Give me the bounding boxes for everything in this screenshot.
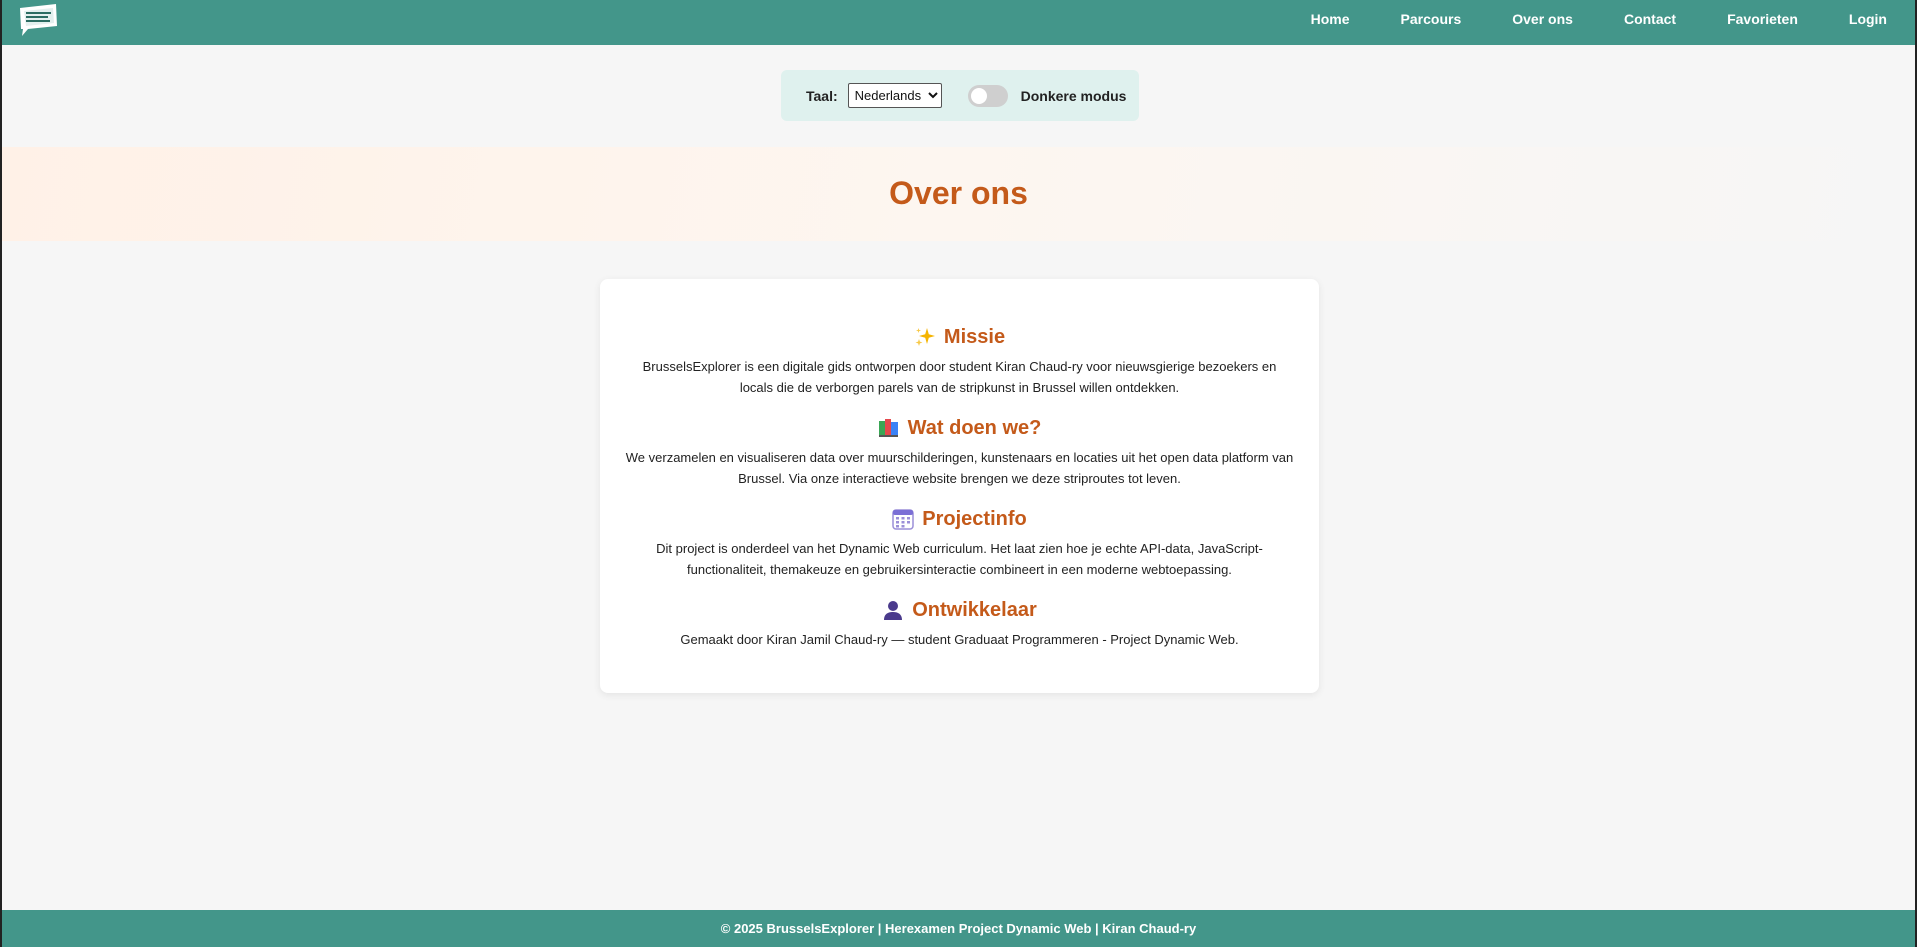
user-icon bbox=[884, 601, 903, 620]
section-heading: Ontwikkelaar bbox=[600, 598, 1319, 622]
section-ontwikkelaar: Ontwikkelaar Gemaakt door Kiran Jamil Ch… bbox=[600, 598, 1319, 651]
section-heading: Wat doen we? bbox=[600, 416, 1319, 440]
section-text: BrusselsExplorer is een digitale gids on… bbox=[642, 359, 1277, 395]
section-wat-doen-we: Wat doen we? We verzamelen en visualiser… bbox=[600, 416, 1319, 489]
nav-link-parcours[interactable]: Parcours bbox=[1401, 11, 1462, 27]
section-projectinfo: Projectinfo Dit project is onderdeel van… bbox=[600, 507, 1319, 580]
main-nav: Home Parcours Over ons Contact Favoriete… bbox=[1311, 0, 1887, 45]
section-heading-text: Wat doen we? bbox=[907, 417, 1042, 439]
about-card: Missie BrusselsExplorer is een digitale … bbox=[600, 279, 1319, 693]
nav-link-contact[interactable]: Contact bbox=[1624, 11, 1676, 27]
page-footer: © 2025 BrusselsExplorer | Herexamen Proj… bbox=[2, 910, 1915, 947]
section-text: Dit project is onderdeel van het Dynamic… bbox=[656, 541, 1263, 577]
nav-link-login[interactable]: Login bbox=[1849, 11, 1887, 27]
section-heading: Missie bbox=[600, 325, 1319, 349]
section-missie: Missie BrusselsExplorer is een digitale … bbox=[600, 325, 1319, 398]
section-text: Gemaakt door Kiran Jamil Chaud-ry — stud… bbox=[680, 632, 1239, 647]
sparkles-icon bbox=[915, 328, 935, 346]
nav-link-favorieten[interactable]: Favorieten bbox=[1727, 11, 1798, 27]
top-navbar: Home Parcours Over ons Contact Favoriete… bbox=[2, 0, 1915, 45]
nav-link-over-ons[interactable]: Over ons bbox=[1512, 11, 1573, 27]
nav-link-home[interactable]: Home bbox=[1311, 11, 1350, 27]
page-title: Over ons bbox=[889, 174, 1028, 211]
calendar-icon bbox=[892, 509, 915, 530]
settings-bar: Taal: Nederlands Donkere modus bbox=[781, 70, 1139, 121]
dark-mode-label: Donkere modus bbox=[1020, 87, 1127, 104]
books-icon bbox=[878, 419, 898, 437]
logo-icon[interactable] bbox=[16, 2, 60, 38]
footer-text: © 2025 BrusselsExplorer | Herexamen Proj… bbox=[720, 921, 1197, 936]
language-label: Taal: bbox=[806, 87, 838, 104]
dark-mode-toggle[interactable] bbox=[967, 84, 1008, 107]
section-heading-text: Missie bbox=[943, 326, 1006, 348]
section-heading-text: Projectinfo bbox=[922, 508, 1027, 530]
toggle-knob bbox=[970, 87, 987, 104]
section-heading-text: Ontwikkelaar bbox=[912, 599, 1037, 621]
language-select[interactable]: Nederlands bbox=[847, 83, 942, 108]
section-text: We verzamelen en visualiseren data over … bbox=[625, 450, 1294, 486]
hero-banner: Over ons bbox=[2, 147, 1915, 241]
section-heading: Projectinfo bbox=[600, 507, 1319, 531]
